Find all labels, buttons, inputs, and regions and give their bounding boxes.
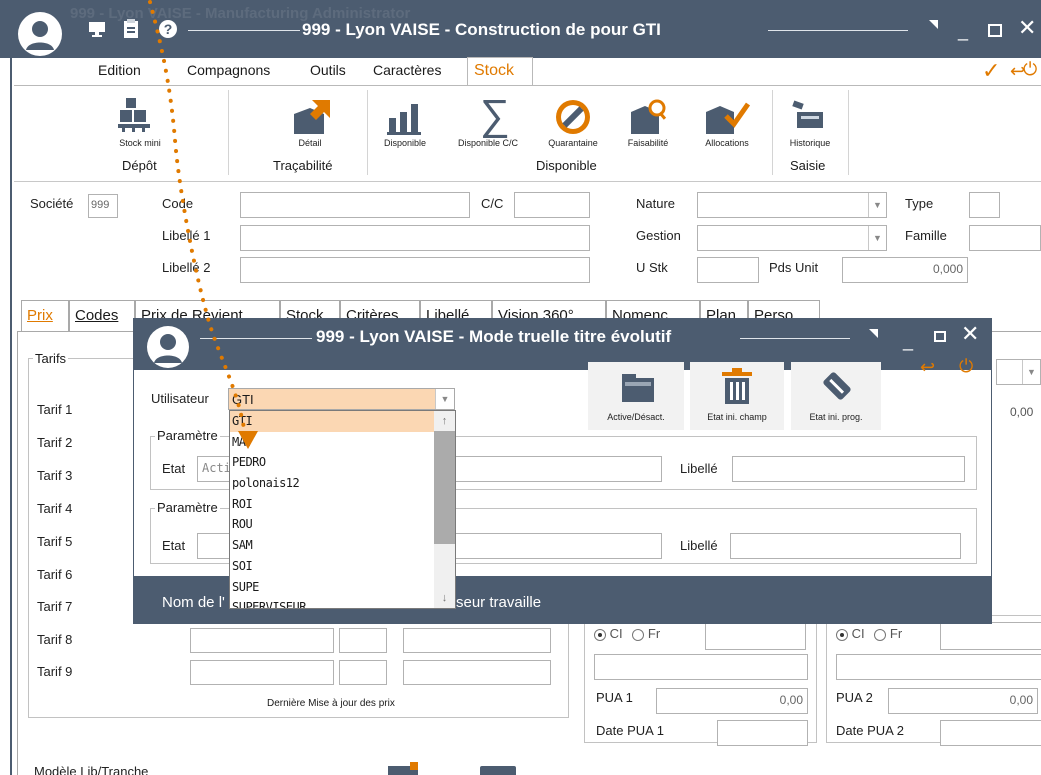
app-window: 999 - Lyon VAISE - Manufacturing Adminis… (0, 0, 1041, 775)
cursor-trail (148, 0, 258, 449)
